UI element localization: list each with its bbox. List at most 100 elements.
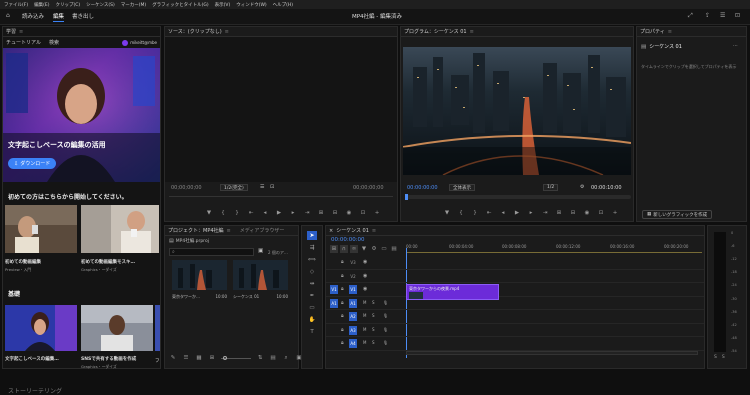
play-icon[interactable]: ▶ [513, 209, 521, 217]
panel-menu-icon[interactable]: ≡ [225, 29, 229, 35]
export-frame-icon[interactable]: ◉ [345, 209, 353, 217]
snap-icon[interactable]: ∩ [340, 245, 348, 253]
track-label[interactable]: A4 [349, 339, 357, 348]
track-label[interactable]: V1 [349, 285, 357, 294]
panel-menu-icon[interactable]: ≡ [372, 228, 376, 234]
mark-in-icon[interactable]: { [219, 209, 227, 217]
nest-icon[interactable]: ⊞ [330, 245, 338, 253]
voiceover-icon[interactable]: 🎙︎ [383, 313, 388, 318]
mute-button[interactable]: M [363, 327, 366, 332]
source-patch-a1[interactable]: A1 [330, 298, 338, 308]
linked-selection-icon[interactable]: ∞ [350, 245, 358, 253]
menu-file[interactable]: ファイル(F) [4, 2, 28, 8]
notification-icon[interactable]: ☰ [720, 12, 725, 19]
learn-search-tab[interactable]: 検索 [49, 39, 59, 46]
menu-sequence[interactable]: シーケンス(S) [86, 2, 115, 8]
overwrite-icon[interactable]: ⊟ [331, 209, 339, 217]
program-tab[interactable]: プログラム：シーケンス 01 [404, 28, 467, 35]
track-options-icon[interactable]: ▤ [390, 245, 398, 253]
menu-clip[interactable]: クリップ(C) [55, 2, 80, 8]
program-video-frame[interactable] [403, 47, 631, 175]
panel-menu-icon[interactable]: ≡ [470, 29, 474, 35]
mark-out-icon[interactable]: } [471, 209, 479, 217]
work-area-bar[interactable] [406, 252, 702, 253]
insert-icon[interactable]: ⊞ [317, 209, 325, 217]
project-search-input[interactable]: ⌕ [169, 248, 254, 256]
solo-button[interactable]: S [372, 327, 375, 332]
track-label[interactable]: A1 [349, 298, 357, 308]
selection-tool-icon[interactable]: ➤ [307, 231, 317, 240]
mute-button[interactable]: M [363, 300, 366, 305]
share-icon[interactable]: ⇪ [705, 12, 710, 19]
go-out-icon[interactable]: ⇥ [541, 209, 549, 217]
lock-icon[interactable]: 🔒︎ [341, 340, 344, 346]
sort-icon[interactable]: ⇅ [256, 354, 264, 362]
properties-tab[interactable]: プロパティ [640, 28, 665, 35]
new-bin-icon[interactable]: ▣ [258, 248, 263, 254]
menu-window[interactable]: ウィンドウ(W) [236, 2, 266, 8]
panel-menu-icon[interactable]: ≡ [227, 228, 231, 234]
timeline-timecode[interactable]: 00:00:00:00 [331, 237, 365, 243]
menu-marker[interactable]: マーカー(M) [121, 2, 146, 8]
add-button-icon[interactable]: + [611, 209, 619, 217]
zoom-slider[interactable] [221, 355, 251, 360]
wrench-icon[interactable]: ⚙ [580, 184, 584, 190]
project-item[interactable]: シーケンス 01 10:00 [233, 260, 288, 304]
source-scrub-bar[interactable] [169, 196, 393, 197]
source-tab[interactable]: ソース：(クリップなし) [168, 28, 222, 35]
step-back-icon[interactable]: ◂ [499, 209, 507, 217]
menu-view[interactable]: 表示(V) [215, 2, 231, 8]
source-zoom-select[interactable]: 1/2(完全) [220, 184, 248, 191]
lock-icon[interactable]: 🔒︎ [341, 286, 344, 292]
toggle-output-icon[interactable]: ◉ [363, 286, 367, 292]
button-editor-icon[interactable]: ⊡ [359, 209, 367, 217]
slip-tool-icon[interactable]: ⇹ [308, 280, 316, 288]
source-timecode-out[interactable]: 00;00;00;00 [353, 185, 384, 191]
timeline-tab[interactable]: シーケンス 01 [336, 227, 369, 234]
learn-tab[interactable]: 学習 [6, 28, 16, 35]
rectangle-tool-icon[interactable]: ▭ [308, 304, 316, 312]
tab-edit[interactable]: 編集 [53, 12, 65, 22]
panel-menu-icon[interactable]: ≡ [668, 29, 672, 35]
track-select-icon[interactable]: ⇶ [308, 244, 316, 252]
extract-icon[interactable]: ⊟ [569, 209, 577, 217]
step-forward-icon[interactable]: ▸ [527, 209, 535, 217]
tutorial-card[interactable]: 文字起こしベースの編集… [5, 305, 77, 365]
razor-icon[interactable]: ◇ [308, 268, 316, 276]
menu-edit[interactable]: 編集(E) [34, 2, 49, 8]
track-label[interactable]: A3 [349, 325, 357, 335]
type-tool-icon[interactable]: T [308, 328, 316, 336]
lock-icon[interactable]: 🔒︎ [341, 300, 344, 306]
go-out-icon[interactable]: ⇥ [303, 209, 311, 217]
comparison-view-icon[interactable]: ⊡ [597, 209, 605, 217]
voiceover-icon[interactable]: 🎙︎ [383, 340, 388, 345]
add-marker-icon[interactable]: ▼ [360, 245, 368, 253]
tutorial-card-partial[interactable] [155, 305, 160, 351]
step-forward-icon[interactable]: ▸ [289, 209, 297, 217]
source-patch-v1[interactable]: V1 [330, 285, 338, 294]
home-icon[interactable]: ⌂ [6, 12, 10, 19]
toggle-output-icon[interactable]: ◉ [363, 273, 367, 279]
captions-icon[interactable]: ▭ [380, 245, 388, 253]
lock-icon[interactable]: 🔒︎ [341, 273, 344, 279]
menu-graphics[interactable]: グラフィックとタイトル(G) [152, 2, 208, 8]
source-viewer[interactable] [165, 37, 397, 182]
timeline-scrollbar[interactable] [406, 351, 698, 355]
window-close-icon[interactable]: ⊡ [735, 12, 740, 19]
lock-icon[interactable]: 🔒︎ [341, 327, 344, 333]
fullscreen-icon[interactable]: ⤢ [688, 12, 693, 20]
icon-view-icon[interactable]: ▦ [195, 354, 203, 362]
tab-import[interactable]: 読み込み [22, 12, 44, 20]
media-browser-tab[interactable]: メディアブラウザー [240, 227, 285, 234]
program-fit-select[interactable]: 全体表示 [449, 184, 475, 191]
lock-icon[interactable]: 🔒︎ [341, 313, 344, 319]
go-in-icon[interactable]: ⇤ [485, 209, 493, 217]
go-in-icon[interactable]: ⇤ [247, 209, 255, 217]
panel-menu-icon[interactable]: ≡ [19, 29, 23, 35]
zoom-slider-handle[interactable] [223, 355, 227, 360]
tab-export[interactable]: 書き出し [72, 12, 94, 20]
timeline-ruler[interactable]: 00:00 00:00:04:00 00:00:08:00 00:00:12:0… [406, 237, 702, 255]
program-playhead[interactable] [405, 194, 408, 200]
hand-tool-icon[interactable]: ✋ [308, 316, 316, 324]
solo-button[interactable]: S [372, 313, 375, 318]
